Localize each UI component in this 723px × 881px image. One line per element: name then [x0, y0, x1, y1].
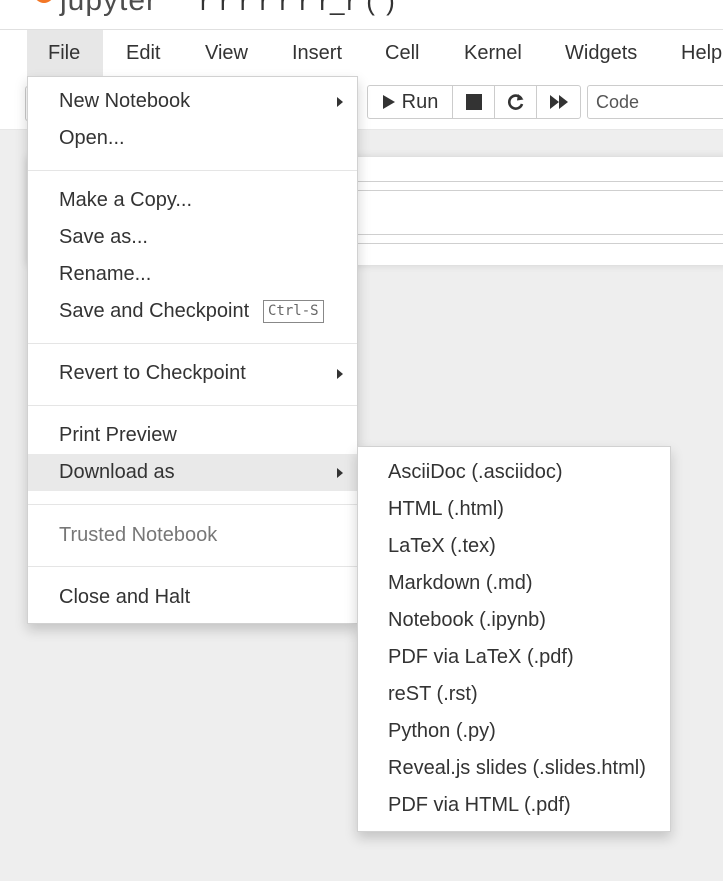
menu-view[interactable]: View: [184, 30, 269, 76]
menu-item-label: Rename...: [59, 263, 152, 285]
stop-icon: [465, 94, 482, 110]
menu-item-download-as[interactable]: Download as: [28, 454, 357, 491]
download-rest[interactable]: reST (.rst): [358, 676, 670, 713]
shortcut-hint: Ctrl-S: [263, 300, 324, 323]
menu-file[interactable]: File: [27, 30, 103, 76]
run-button[interactable]: Run: [368, 86, 453, 118]
menu-kernel[interactable]: Kernel: [443, 30, 543, 76]
menu-item-label: Download as: [59, 461, 175, 483]
menu-widgets[interactable]: Widgets: [544, 30, 658, 76]
menu-item-label: Save and Checkpoint: [59, 300, 250, 322]
menu-item-new-notebook[interactable]: New Notebook: [28, 83, 357, 120]
menu-item-open[interactable]: Open...: [28, 120, 357, 157]
cell-divider: [357, 243, 723, 244]
download-markdown[interactable]: Markdown (.md): [358, 565, 670, 602]
menu-item-label: Save as...: [59, 226, 148, 248]
menu-item-label: Make a Copy...: [59, 189, 193, 211]
play-icon: [382, 95, 395, 109]
run-controls-group: Run: [367, 85, 581, 119]
menu-item-label: New Notebook: [59, 90, 191, 112]
menu-item-label: Print Preview: [59, 424, 177, 446]
download-asciidoc[interactable]: AsciiDoc (.asciidoc): [358, 454, 670, 491]
menubar: File Edit View Insert Cell Kernel Widget…: [0, 30, 723, 76]
download-python[interactable]: Python (.py): [358, 713, 670, 750]
menu-divider: [28, 170, 357, 171]
download-latex[interactable]: LaTeX (.tex): [358, 528, 670, 565]
jupyter-logo-icon[interactable]: [33, 0, 55, 10]
menu-cell[interactable]: Cell: [364, 30, 440, 76]
menu-item-revert-checkpoint[interactable]: Revert to Checkpoint: [28, 355, 357, 392]
menu-item-close-halt[interactable]: Close and Halt: [28, 579, 357, 616]
cell-divider: [357, 234, 723, 235]
download-pdf-html[interactable]: PDF via HTML (.pdf): [358, 787, 670, 824]
menu-item-save-checkpoint[interactable]: Save and Checkpoint Ctrl-S: [28, 293, 357, 330]
restart-run-all-button[interactable]: [537, 86, 580, 118]
menu-help[interactable]: Help: [660, 30, 723, 76]
jupyter-logo-text: jupyter: [60, 0, 158, 17]
restart-icon: [507, 94, 523, 110]
submenu-caret-icon: [337, 468, 343, 478]
restart-kernel-button[interactable]: [495, 86, 537, 118]
submenu-caret-icon: [337, 369, 343, 379]
menu-divider: [28, 504, 357, 505]
notebook-header: jupyter r r r r r r r_r ( ): [0, 0, 723, 30]
menu-item-label: Close and Halt: [59, 586, 191, 608]
menu-item-save-as[interactable]: Save as...: [28, 219, 357, 256]
interrupt-kernel-button[interactable]: [453, 86, 495, 118]
menu-insert[interactable]: Insert: [271, 30, 363, 76]
menu-item-label: Trusted Notebook: [59, 524, 218, 546]
cell-type-select[interactable]: Code: [587, 85, 723, 119]
download-pdf-latex[interactable]: PDF via LaTeX (.pdf): [358, 639, 670, 676]
notebook-title[interactable]: r r r r r r r_r ( ): [200, 0, 397, 17]
menu-item-trusted-notebook: Trusted Notebook: [28, 517, 357, 554]
menu-item-rename[interactable]: Rename...: [28, 256, 357, 293]
menu-item-print-preview[interactable]: Print Preview: [28, 417, 357, 454]
menu-item-label: Revert to Checkpoint: [59, 362, 246, 384]
menu-edit[interactable]: Edit: [105, 30, 181, 76]
run-button-label: Run: [401, 90, 439, 113]
cell-divider: [357, 181, 723, 182]
submenu-caret-icon: [337, 97, 343, 107]
menu-item-label: Open...: [59, 127, 125, 149]
fast-forward-icon: [549, 95, 568, 109]
menu-divider: [28, 566, 357, 567]
download-notebook[interactable]: Notebook (.ipynb): [358, 602, 670, 639]
download-html[interactable]: HTML (.html): [358, 491, 670, 528]
file-menu-dropdown: New Notebook Open... Make a Copy... Save…: [27, 76, 358, 624]
menu-item-make-copy[interactable]: Make a Copy...: [28, 182, 357, 219]
download-reveal-slides[interactable]: Reveal.js slides (.slides.html): [358, 750, 670, 787]
menu-divider: [28, 343, 357, 344]
cell-divider: [357, 190, 723, 191]
menu-divider: [28, 405, 357, 406]
download-as-submenu: AsciiDoc (.asciidoc) HTML (.html) LaTeX …: [357, 446, 671, 832]
